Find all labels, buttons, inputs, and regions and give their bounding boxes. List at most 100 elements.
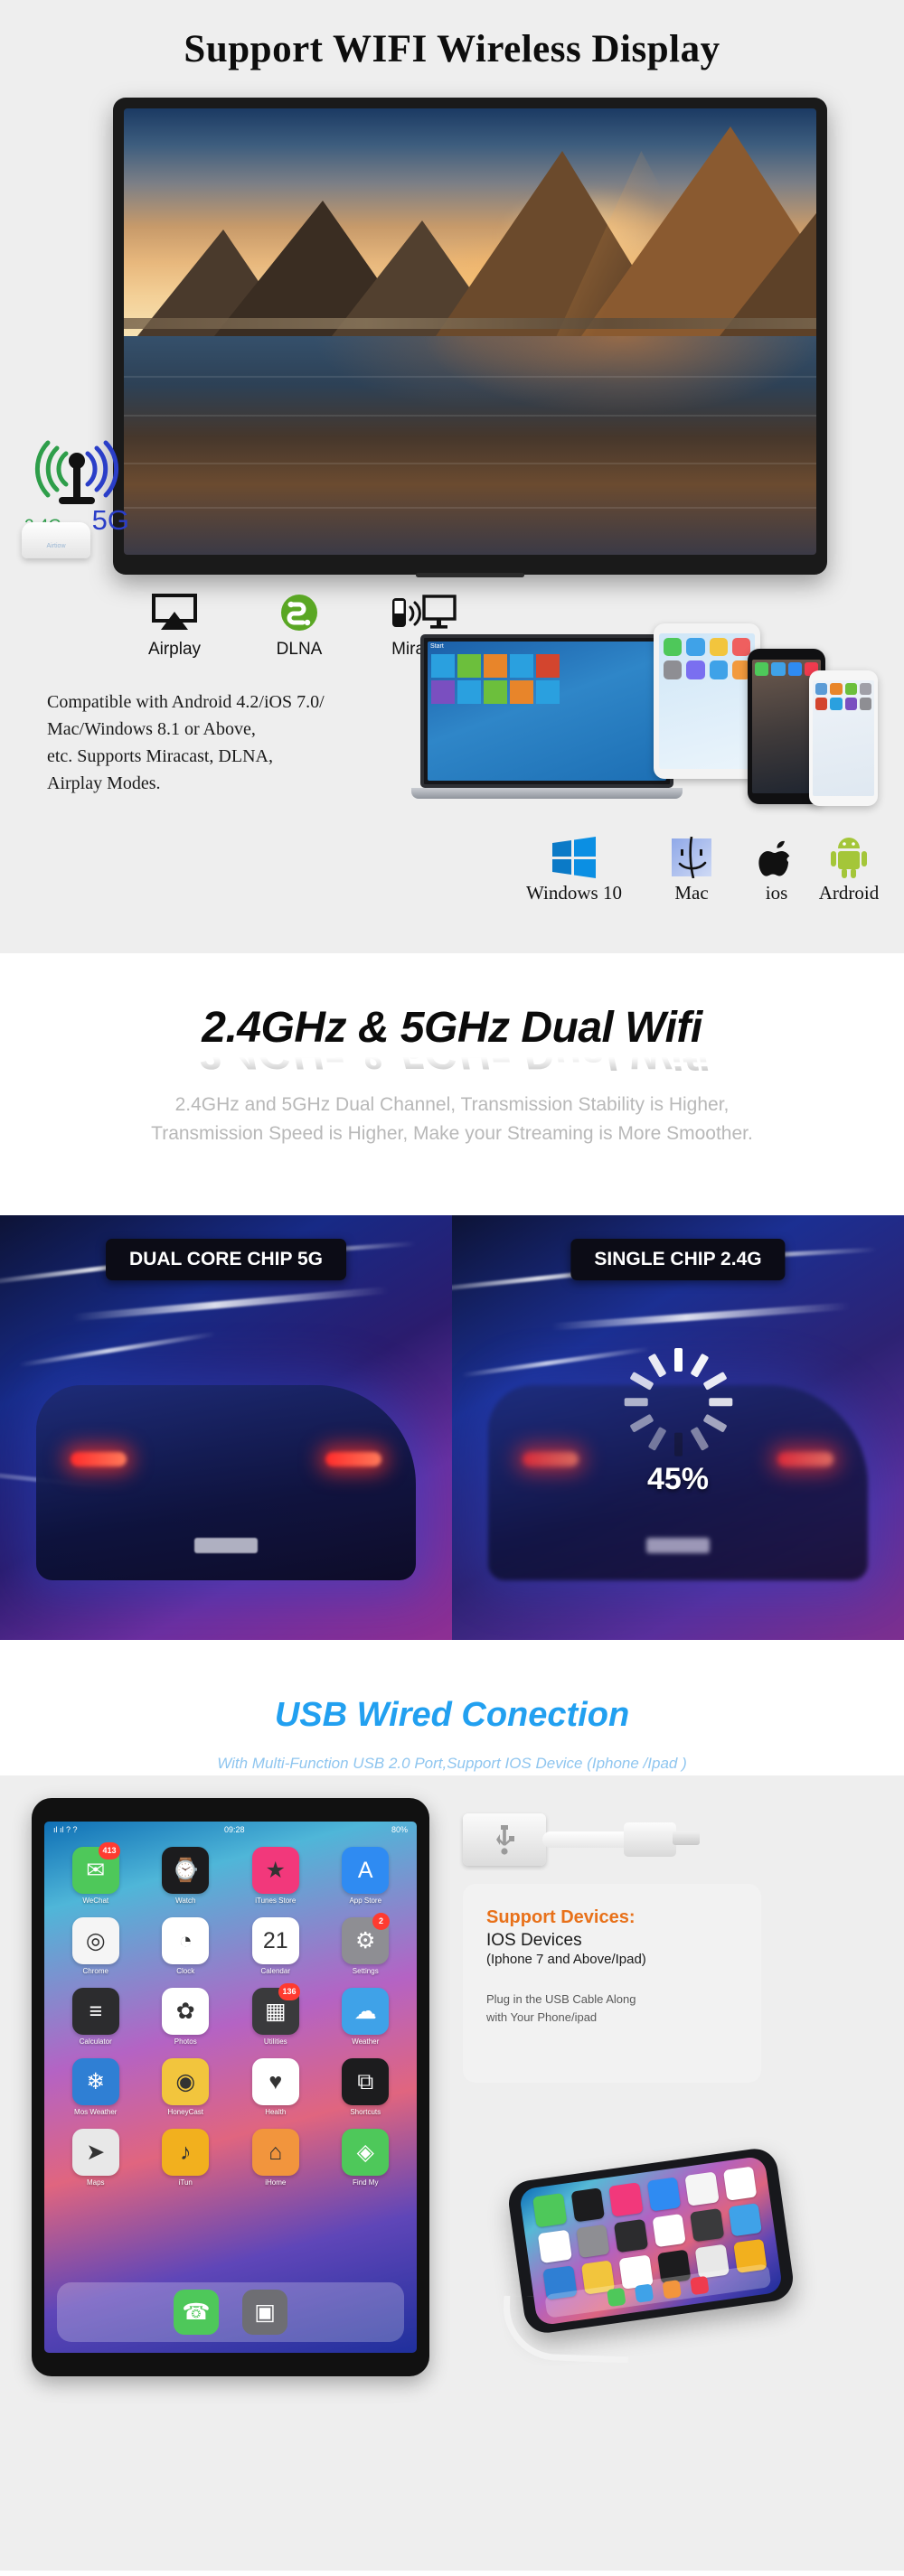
app-icon[interactable]: ➤ (71, 2129, 119, 2176)
comparison-panel-dual-core: DUAL CORE CHIP 5G (0, 1215, 452, 1640)
app-label: Watch (175, 1897, 196, 1905)
usb-heading: USB Wired Conection (274, 1696, 630, 1734)
app-label: iTunes Store (255, 1897, 297, 1905)
tail-light (325, 1451, 382, 1466)
app-icon[interactable]: ♪ (162, 2129, 210, 2176)
app-icon (815, 698, 828, 710)
app-tile[interactable]: ▦ 136 Utilities (239, 1983, 313, 2046)
app-tile[interactable]: ◔ Clock (149, 1917, 223, 1975)
app-label: Shortcuts (350, 2108, 381, 2116)
app-tile[interactable]: ⌚ Watch (149, 1847, 223, 1905)
app-tile[interactable]: A App Store (329, 1847, 403, 1905)
notification-badge: 136 (278, 1983, 300, 2000)
status-signal: ıl ıl ? ? (53, 1825, 78, 1834)
app-label: Mos Weather (74, 2108, 118, 2116)
app-icon[interactable]: ◔ (162, 1917, 210, 1964)
app-icon (722, 2166, 758, 2201)
notification-badge: 413 (99, 1842, 120, 1859)
app-tile[interactable]: ♥ Health (239, 2058, 313, 2116)
tablet-screen (659, 633, 755, 769)
buffering-percent: 45% (646, 1461, 710, 1496)
band-5g-label: 5G (91, 504, 129, 536)
app-icon (684, 2171, 720, 2206)
white-phone-device (809, 670, 878, 806)
app-tile[interactable]: ⚙ 2 Settings (329, 1913, 403, 1975)
support-devices-title: Support Devices: (486, 1907, 636, 1927)
app-label: Settings (352, 1967, 379, 1975)
charging-cable (501, 2295, 631, 2364)
app-tile[interactable]: ◉ HoneyCast (149, 2058, 223, 2116)
app-icon (686, 660, 705, 679)
app-tile[interactable]: ✉ 413 WeChat (59, 1842, 133, 1905)
app-tile[interactable]: ❄ Mos Weather (59, 2058, 133, 2116)
app-icon (830, 698, 843, 710)
app-icon[interactable]: 21 (251, 1917, 299, 1964)
dual-wifi-heading: 2.4GHz & 5GHz Dual Wifi (202, 1004, 702, 1052)
app-icon (728, 2202, 762, 2237)
app-tile[interactable]: ★ iTunes Store (239, 1847, 313, 1905)
app-label: App Store (349, 1897, 382, 1905)
app-label: Maps (86, 2178, 105, 2187)
app-icon[interactable]: ❄ (71, 2058, 119, 2105)
app-label: HoneyCast (167, 2108, 204, 2116)
tile (510, 680, 533, 704)
status-bar: ıl ıl ? ? 09:28 80% (44, 1822, 417, 1838)
sports-car (36, 1385, 416, 1581)
license-plate (646, 1537, 710, 1553)
app-tile[interactable]: ♪ iTun (149, 2129, 223, 2187)
laptop-device: Start (411, 634, 692, 810)
app-icon (859, 683, 871, 696)
instruction-line: with Your Phone/ipad (486, 2010, 598, 2025)
usb-subtitle: With Multi-Function USB 2.0 Port,Support… (217, 1755, 687, 1772)
mac-finder-icon (642, 831, 741, 878)
app-icon[interactable]: ◉ (162, 2058, 210, 2105)
app-tile[interactable]: 21 Calendar (239, 1917, 313, 1975)
app-icon (709, 660, 728, 679)
compat-line: Mac/Windows 8.1 or Above, (47, 719, 256, 739)
app-tile[interactable]: ⌂ iHome (239, 2129, 313, 2187)
app-icon[interactable]: ⧉ (342, 2058, 390, 2105)
app-tile[interactable]: ✿ Photos (149, 1988, 223, 2046)
dock-icon (662, 2279, 682, 2300)
app-icon (830, 683, 843, 696)
app-icon (651, 2213, 686, 2248)
app-icon[interactable]: ⌚ (162, 1847, 210, 1894)
tablet-screen: ıl ıl ? ? 09:28 80% ✉ 413 WeChat ⌚ Watch ★ iTu… (44, 1822, 417, 2353)
app-icon[interactable]: ★ (251, 1847, 299, 1894)
app-icon[interactable]: ⌂ (251, 2129, 299, 2176)
app-tile[interactable]: ☁ Weather (329, 1988, 403, 2046)
app-icon[interactable]: ✿ (162, 1988, 210, 2035)
app-tile[interactable]: ◈ Find My (329, 2129, 403, 2187)
compat-line: Airplay Modes. (47, 773, 161, 793)
app-icon[interactable]: ◈ (342, 2129, 390, 2176)
phone-screen (813, 680, 874, 796)
dock-app-icon[interactable]: ☎ (174, 2290, 219, 2335)
app-icon (689, 2207, 724, 2243)
app-label: Calendar (260, 1967, 290, 1975)
subtitle-line: 2.4GHz and 5GHz Dual Channel, Transmissi… (174, 1094, 730, 1115)
os-label: Windows 10 (526, 882, 622, 904)
app-icon (532, 2193, 567, 2227)
app-icon[interactable]: ≡ (71, 1988, 119, 2035)
support-devices-line2: (Iphone 7 and Above/Ipad) (486, 1952, 646, 1967)
app-icon[interactable]: A (342, 1847, 390, 1894)
cast-mode-airplay: Airplay (136, 589, 213, 660)
app-tile[interactable]: ➤ Maps (59, 2129, 133, 2187)
usb-cable (542, 1831, 633, 1848)
tile (536, 654, 560, 678)
app-label: Chrome (82, 1967, 108, 1975)
dock-icon (690, 2275, 710, 2295)
app-tile[interactable]: ≡ Calculator (59, 1988, 133, 2046)
android-robot-icon (812, 831, 886, 878)
app-icon[interactable]: ☁ (342, 1988, 390, 2035)
dual-wifi-section: 2.4GHz & 5GHz Dual Wifi 2.4GHz & 5GHz Du… (0, 953, 904, 1640)
app-icon (787, 662, 802, 677)
app-icon[interactable]: ♥ (251, 2058, 299, 2105)
app-tile[interactable]: ◎ Chrome (59, 1917, 133, 1975)
app-tile[interactable]: ⧉ Shortcuts (329, 2058, 403, 2116)
dock-app-icon[interactable]: ▣ (242, 2290, 287, 2335)
app-icon[interactable]: ◎ (71, 1917, 119, 1964)
app-label: iTun (178, 2178, 193, 2187)
app-icon (859, 698, 871, 710)
laptop-base (411, 788, 683, 799)
